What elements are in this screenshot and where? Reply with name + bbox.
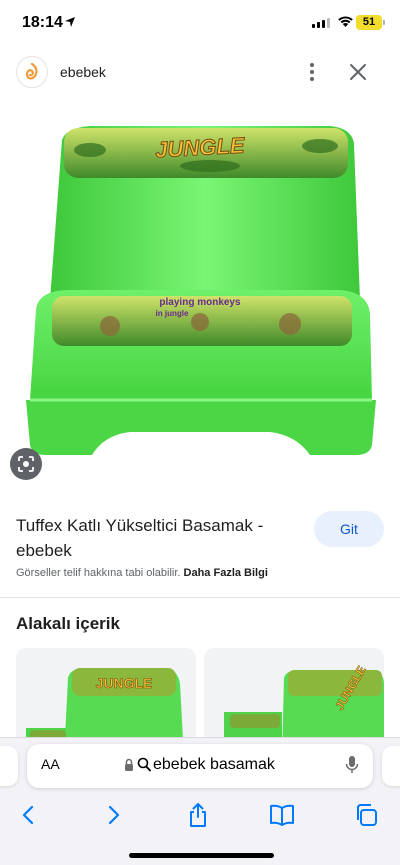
close-icon[interactable] xyxy=(346,60,370,84)
url-text[interactable]: ebebek basamak xyxy=(153,756,275,774)
bookmarks-icon[interactable] xyxy=(266,799,298,831)
related-card-1-decal: JUNGLE xyxy=(96,675,153,691)
decal-monkeys-text-2: in jungle xyxy=(156,309,189,318)
product-image[interactable]: JUNGLE playing monkeys in jungle xyxy=(0,100,400,495)
wifi-icon xyxy=(338,16,353,27)
tabs-icon[interactable] xyxy=(350,799,382,831)
decal-monkeys-text: playing monkeys xyxy=(159,297,241,308)
site-header: ebebek xyxy=(0,50,400,94)
location-arrow-icon xyxy=(65,17,75,27)
battery-cap xyxy=(383,20,385,25)
more-vert-icon[interactable] xyxy=(300,60,324,84)
search-icon xyxy=(137,757,151,772)
forward-icon[interactable] xyxy=(98,799,130,831)
copyright-text: Görseller telif hakkına tabi olabilir. xyxy=(16,567,181,579)
screen: 18:14 51 ebebek JUNGLE playing monkeys i… xyxy=(0,0,400,865)
related-heading: Alakalı içerik xyxy=(16,614,120,633)
copyright-notice: Görseller telif hakkına tabi olabilir. D… xyxy=(16,567,268,579)
cellular-signal-icon xyxy=(312,18,330,28)
safari-address-bar: AA ebebek basamak xyxy=(0,737,400,793)
previous-tab-pill[interactable] xyxy=(0,746,18,786)
lens-icon[interactable] xyxy=(10,448,42,480)
visit-button[interactable]: Git xyxy=(314,511,384,547)
lock-icon xyxy=(125,758,133,771)
product-title[interactable]: Tuffex Katlı Yükseltici Basamak - ebebek xyxy=(16,513,291,563)
mic-icon[interactable] xyxy=(345,755,359,775)
site-name[interactable]: ebebek xyxy=(60,64,106,80)
more-info-link[interactable]: Daha Fazla Bilgi xyxy=(184,567,268,579)
home-indicator xyxy=(129,853,274,858)
address-field[interactable]: AA ebebek basamak xyxy=(27,744,373,788)
back-icon[interactable] xyxy=(12,799,44,831)
site-logo-icon[interactable] xyxy=(16,56,48,88)
share-icon[interactable] xyxy=(182,799,214,831)
divider xyxy=(0,597,400,598)
reader-aa-button[interactable]: AA xyxy=(41,756,60,772)
safari-toolbar xyxy=(0,793,400,865)
status-time: 18:14 xyxy=(22,14,63,31)
status-bar: 18:14 51 xyxy=(0,0,400,46)
decal-jungle-text: JUNGLE xyxy=(155,133,247,163)
next-tab-pill[interactable] xyxy=(382,746,400,786)
battery-icon: 51 xyxy=(356,15,382,30)
